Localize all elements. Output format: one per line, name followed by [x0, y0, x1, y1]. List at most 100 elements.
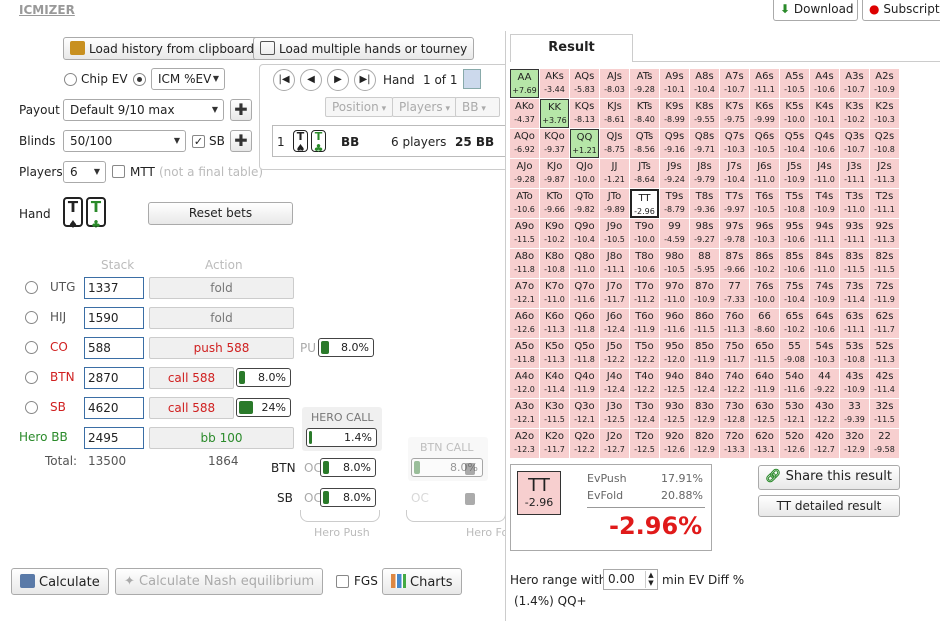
range-cell[interactable]: T6o -11.9	[630, 309, 659, 338]
range-cell[interactable]: 93s -11.1	[840, 219, 869, 248]
range-cell[interactable]: Q6s -10.5	[750, 129, 779, 158]
range-cell[interactable]: 92s -11.3	[870, 219, 899, 248]
icm-radio[interactable]	[133, 73, 146, 86]
range-cell[interactable]: AA +7.69	[510, 69, 539, 98]
range-cell[interactable]: T6s -10.5	[750, 189, 779, 218]
add-payout-button[interactable]: ✚	[230, 99, 252, 121]
fgs-checkbox[interactable]	[336, 575, 349, 588]
range-cell[interactable]: TT -2.96	[630, 189, 659, 218]
range-cell[interactable]: 94o -12.5	[660, 369, 689, 398]
last-hand-icon[interactable]: ▶|	[354, 69, 376, 91]
range-cell[interactable]: K5s -10.0	[780, 99, 809, 128]
range-cell[interactable]: A4s -10.6	[810, 69, 839, 98]
charts-button[interactable]: Charts	[382, 568, 462, 595]
range-cell[interactable]: 73s -11.4	[840, 279, 869, 308]
range-cell[interactable]: T4o -12.2	[630, 369, 659, 398]
range-cell[interactable]: K2s -10.3	[870, 99, 899, 128]
range-cell[interactable]: 72s -11.9	[870, 279, 899, 308]
range-cell[interactable]: 86o -11.5	[690, 309, 719, 338]
detail-hand-card[interactable]: TT -2.96	[517, 471, 561, 515]
seat-action[interactable]: bb 100	[149, 427, 294, 449]
range-cell[interactable]: K8o -10.8	[540, 249, 569, 278]
range-cell[interactable]: A3s -10.7	[840, 69, 869, 98]
range-cell[interactable]: A2o -12.3	[510, 429, 539, 458]
next-hand-icon[interactable]: ▶	[327, 69, 349, 91]
range-cell[interactable]: Q6o -11.8	[570, 309, 599, 338]
range-cell[interactable]: 55 -9.08	[780, 339, 809, 368]
range-cell[interactable]: KQs -8.13	[570, 99, 599, 128]
range-cell[interactable]: KJs -8.61	[600, 99, 629, 128]
seat-stack-input[interactable]: 1590	[84, 307, 144, 329]
range-cell[interactable]: 95s -10.6	[780, 219, 809, 248]
seat-action[interactable]: call 588	[149, 367, 234, 389]
range-cell[interactable]: 77 -7.33	[720, 279, 749, 308]
range-cell[interactable]: KTo -9.66	[540, 189, 569, 218]
range-cell[interactable]: T8s -9.36	[690, 189, 719, 218]
download-button[interactable]: ⬇ Download	[773, 0, 858, 21]
payout-select[interactable]: Default 9/10 max	[63, 99, 224, 121]
seat-stack-input[interactable]: 4620	[84, 397, 144, 419]
range-cell[interactable]: K4s -10.1	[810, 99, 839, 128]
range-cell[interactable]: J9s -9.24	[660, 159, 689, 188]
range-cell[interactable]: 94s -11.1	[810, 219, 839, 248]
range-cell[interactable]: 83o -12.9	[690, 399, 719, 428]
range-cell[interactable]: 87o -10.9	[690, 279, 719, 308]
range-cell[interactable]: T3s -11.0	[840, 189, 869, 218]
range-cell[interactable]: Q2o -12.2	[570, 429, 599, 458]
range-cell[interactable]: Q8o -11.0	[570, 249, 599, 278]
tab-result[interactable]: Result	[510, 34, 633, 62]
range-cell[interactable]: 98s -9.27	[690, 219, 719, 248]
range-cell[interactable]: 97o -11.0	[660, 279, 689, 308]
side-btn-percent[interactable]: 8.0%	[320, 458, 376, 477]
range-cell[interactable]: J6s -11.0	[750, 159, 779, 188]
range-cell[interactable]: A6o -12.6	[510, 309, 539, 338]
range-cell[interactable]: K3s -10.2	[840, 99, 869, 128]
blinds-select[interactable]: 50/100	[63, 130, 186, 152]
range-cell[interactable]: Q9s -9.16	[660, 129, 689, 158]
range-cell[interactable]: A9o -11.5	[510, 219, 539, 248]
range-cell[interactable]: AKs -3.44	[540, 69, 569, 98]
range-cell[interactable]: 85o -11.9	[690, 339, 719, 368]
seat-action[interactable]: fold	[149, 277, 294, 299]
range-cell[interactable]: 52o -12.6	[780, 429, 809, 458]
range-cell[interactable]: 63o -12.5	[750, 399, 779, 428]
range-cell[interactable]: 95o -12.0	[660, 339, 689, 368]
range-cell[interactable]: 86s -10.2	[750, 249, 779, 278]
first-hand-icon[interactable]: |◀	[273, 69, 295, 91]
icm-select[interactable]: ICM %EV	[151, 68, 225, 90]
range-cell[interactable]: Q2s -10.8	[870, 129, 899, 158]
calculate-button[interactable]: Calculate	[11, 568, 109, 595]
range-cell[interactable]: AKo -4.37	[510, 99, 539, 128]
range-cell[interactable]: Q9o -10.4	[570, 219, 599, 248]
reset-bets-button[interactable]: Reset bets	[148, 202, 293, 225]
range-cell[interactable]: J7s -10.4	[720, 159, 749, 188]
seat-radio[interactable]	[25, 341, 38, 354]
range-cell[interactable]: 43o -12.2	[810, 399, 839, 428]
range-cell[interactable]: 76o -11.3	[720, 309, 749, 338]
range-cell[interactable]: J3s -11.1	[840, 159, 869, 188]
range-cell[interactable]: QTs -8.56	[630, 129, 659, 158]
range-cell[interactable]: T5o -12.2	[630, 339, 659, 368]
seat-radio[interactable]	[25, 311, 38, 324]
position-filter[interactable]: Position	[325, 97, 394, 117]
load-clipboard-button[interactable]: Load history from clipboard	[63, 37, 261, 60]
range-cell[interactable]: J4o -12.4	[600, 369, 629, 398]
range-cell[interactable]: 65s -10.2	[780, 309, 809, 338]
range-cell[interactable]: J3o -12.5	[600, 399, 629, 428]
range-cell[interactable]: T7o -11.2	[630, 279, 659, 308]
range-cell[interactable]: 72o -13.3	[720, 429, 749, 458]
range-cell[interactable]: AJo -9.28	[510, 159, 539, 188]
range-cell[interactable]: 62s -11.7	[870, 309, 899, 338]
range-cell[interactable]: 88 -5.95	[690, 249, 719, 278]
range-cell[interactable]: 98o -10.5	[660, 249, 689, 278]
range-cell[interactable]: J7o -11.7	[600, 279, 629, 308]
range-cell[interactable]: A8s -10.4	[690, 69, 719, 98]
range-cell[interactable]: 43s -10.9	[840, 369, 869, 398]
range-cell[interactable]: 64o -11.9	[750, 369, 779, 398]
range-cell[interactable]: T9s -8.79	[660, 189, 689, 218]
range-cell[interactable]: 22 -9.58	[870, 429, 899, 458]
range-cell[interactable]: T7s -9.97	[720, 189, 749, 218]
range-cell[interactable]: ATs -9.28	[630, 69, 659, 98]
app-logo[interactable]: ICMIZER	[19, 3, 75, 17]
load-multiple-button[interactable]: Load multiple hands or tourney	[253, 37, 475, 60]
